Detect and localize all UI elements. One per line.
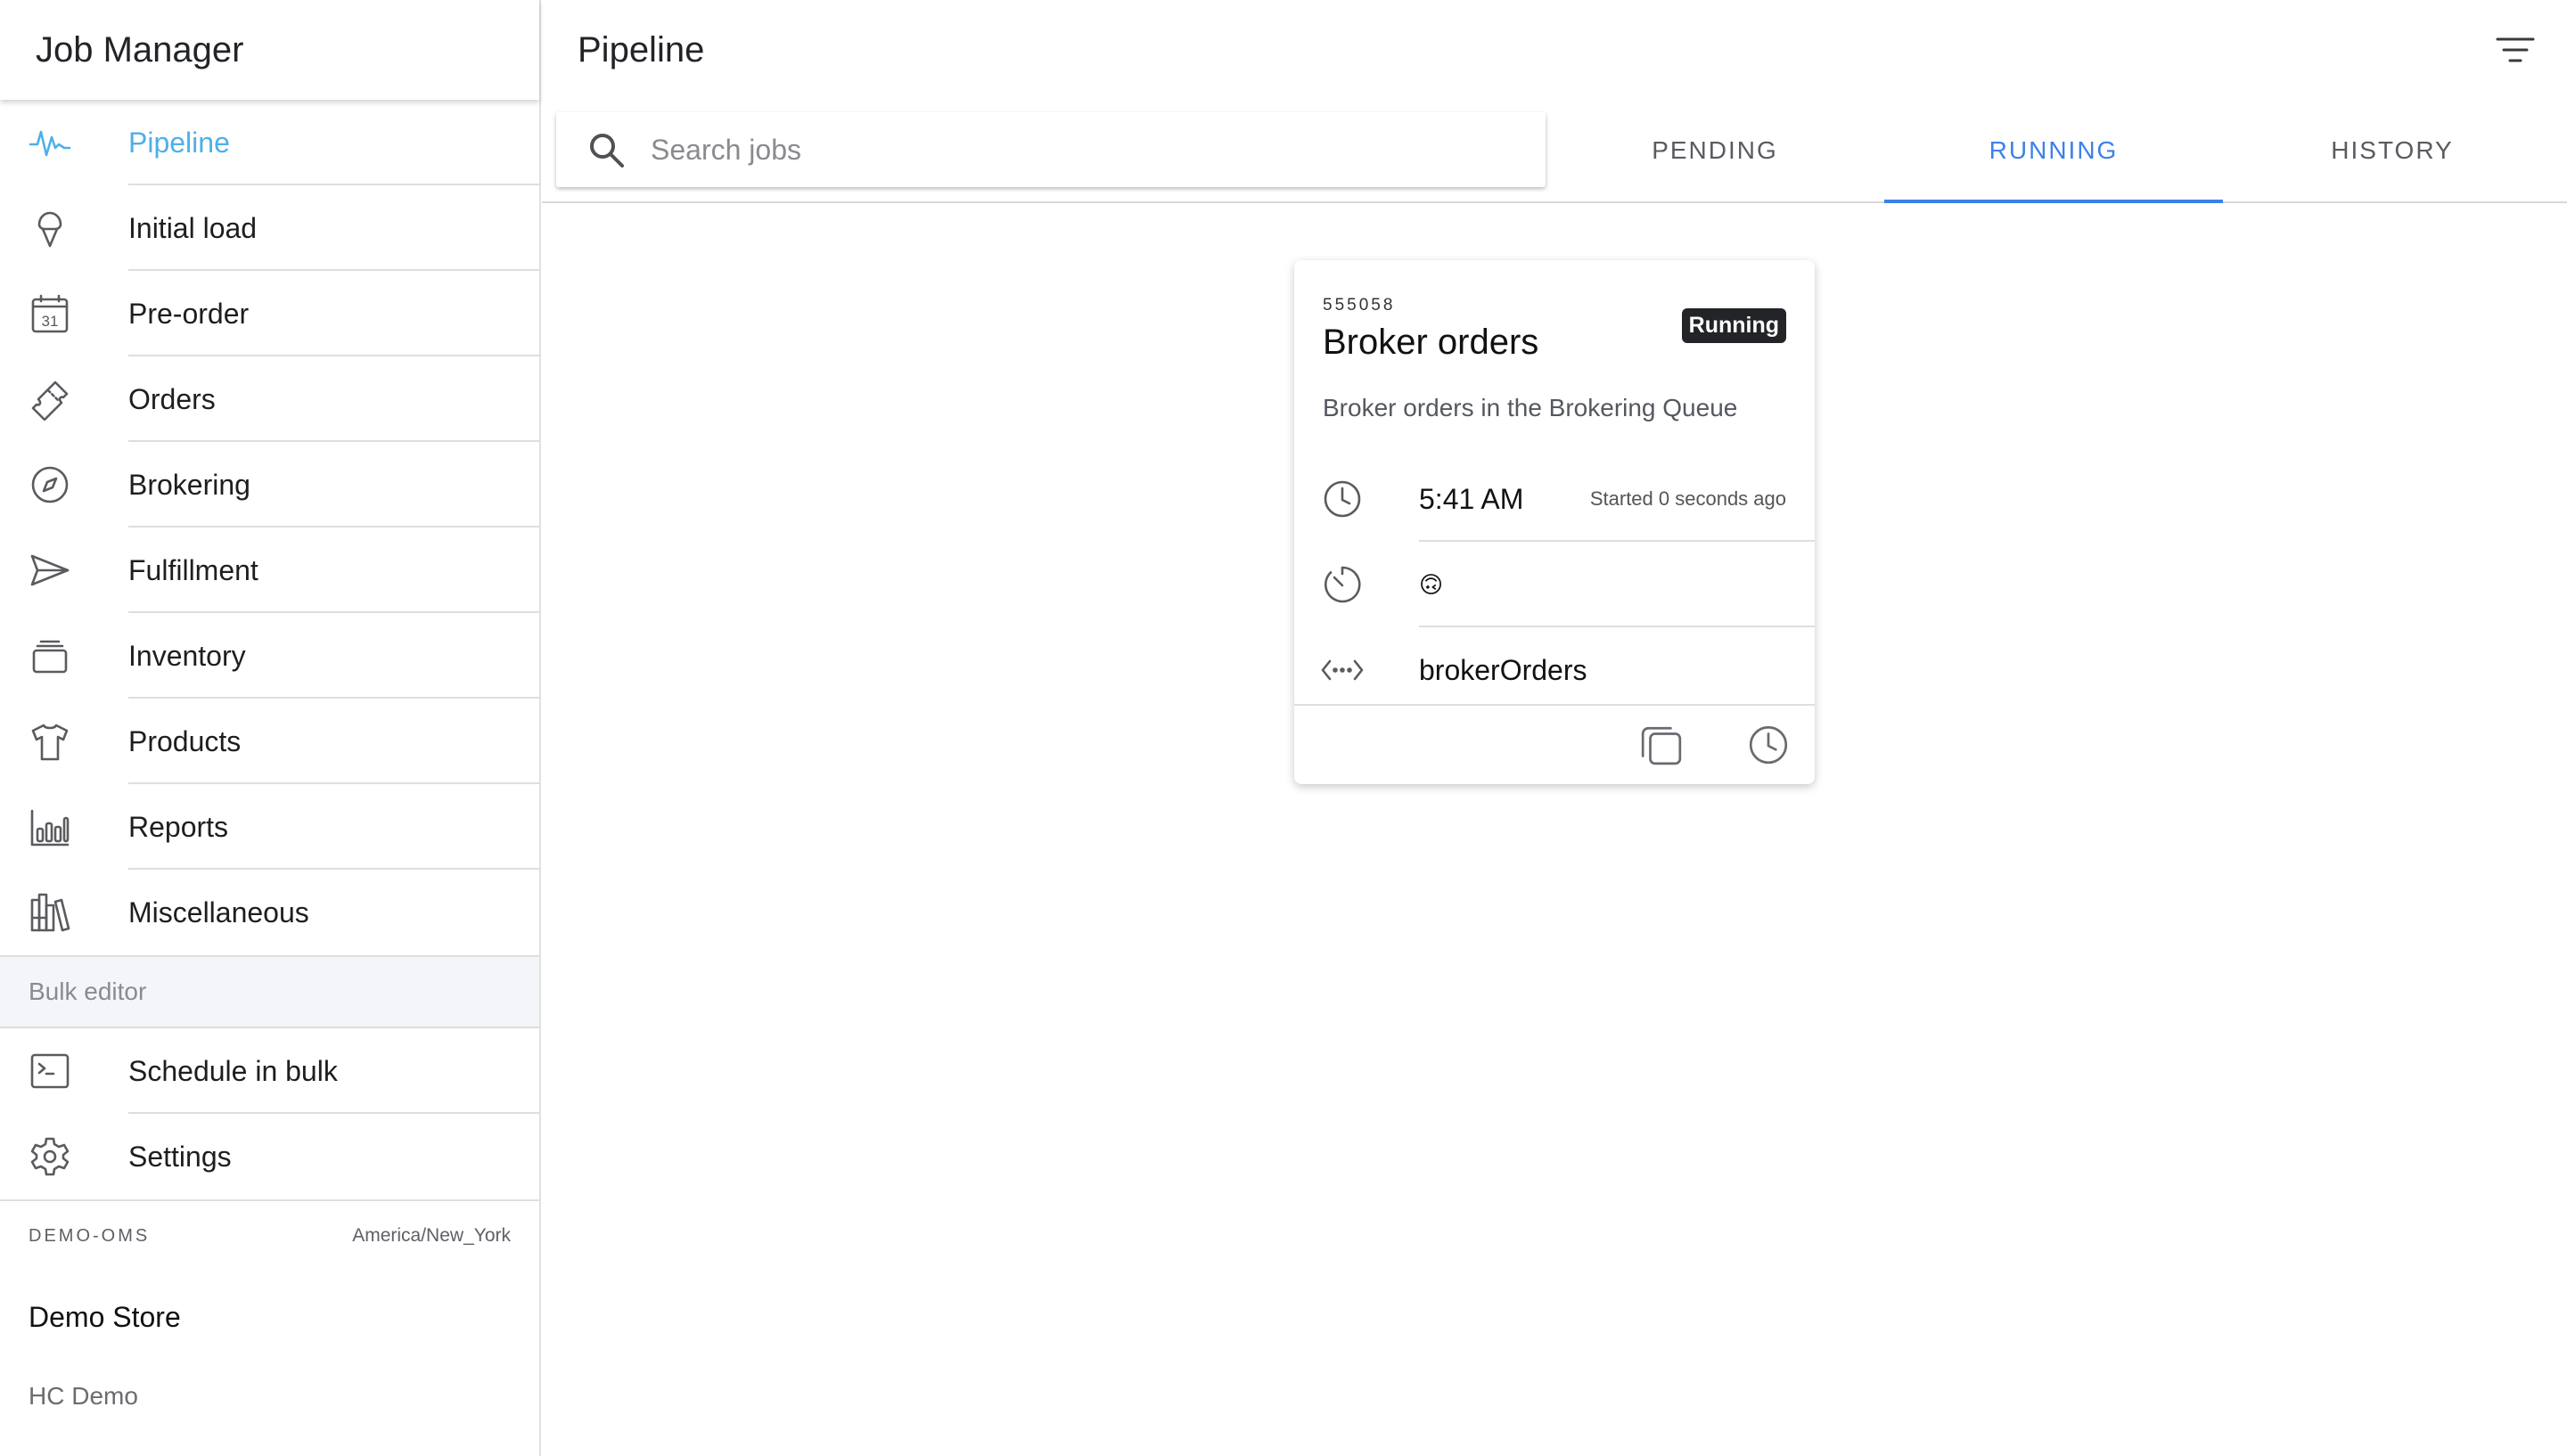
page-title: Pipeline: [578, 29, 705, 70]
bulk-menu: Schedule in bulk Settings: [0, 1028, 539, 1199]
sidebar-header: Job Manager: [0, 0, 539, 100]
sidebar-item-pipeline[interactable]: Pipeline: [0, 100, 539, 185]
sidebar-item-orders[interactable]: Orders: [0, 356, 539, 442]
filter-button[interactable]: [2489, 23, 2542, 77]
sidebar-footer: DEMO-OMS America/New_York Demo Store HC …: [0, 1199, 539, 1411]
sidebar-item-label: Brokering: [128, 468, 250, 501]
store-subtitle: HC Demo: [29, 1382, 138, 1410]
compass-icon: [25, 460, 75, 510]
terminal-icon: [25, 1046, 75, 1096]
timezone-label[interactable]: America/New_York: [352, 1225, 511, 1247]
instance-row: DEMO-OMS America/New_York: [0, 1210, 539, 1262]
store-name[interactable]: Demo Store: [0, 1301, 539, 1334]
job-time-row: 5:41 AM Started 0 seconds ago: [1294, 456, 1815, 542]
status-badge: Running: [1681, 308, 1786, 343]
ticket-icon: [25, 374, 75, 424]
sidebar: Job Manager Pipeline Initial load 31 Pre…: [0, 0, 541, 1456]
sidebar-item-label: Products: [128, 724, 242, 757]
settings-icon: [25, 1132, 75, 1182]
job-card-actions: [1294, 704, 1815, 784]
sidebar-item-reports[interactable]: Reports: [0, 784, 539, 870]
tab-running[interactable]: RUNNING: [1884, 100, 2223, 203]
app-title: Job Manager: [36, 29, 244, 70]
sidebar-item-label: Reports: [128, 810, 229, 843]
section-header-bulk-editor: Bulk editor: [0, 955, 539, 1028]
svg-text:31: 31: [42, 313, 59, 330]
job-started-note: Started 0 seconds ago: [1589, 487, 1786, 510]
sidebar-item-inventory[interactable]: Inventory: [0, 613, 539, 699]
job-description: Broker orders in the Brokering Queue: [1323, 394, 1738, 421]
sidebar-item-label: Pipeline: [128, 126, 230, 159]
bar-chart-icon: [25, 802, 75, 852]
clock-icon: [1321, 478, 1364, 520]
albums-icon: [25, 631, 75, 681]
library-icon: [25, 888, 75, 937]
code-working-icon: [1321, 649, 1364, 691]
sidebar-item-brokering[interactable]: Brokering: [0, 442, 539, 528]
segment-tabs: PENDING RUNNING HISTORY: [1546, 100, 2562, 203]
sidebar-item-label: Initial load: [128, 211, 258, 244]
sidebar-item-label: Miscellaneous: [128, 896, 309, 928]
sidebar-item-label: Pre-order: [128, 297, 250, 330]
filter-icon: [2496, 37, 2535, 62]
sidebar-item-label: Settings: [128, 1140, 232, 1173]
toolbar: PENDING RUNNING HISTORY: [542, 100, 2567, 203]
calendar-icon: 31: [25, 289, 75, 339]
shirt-icon: [25, 716, 75, 766]
send-icon: [25, 545, 75, 595]
sidebar-item-schedule-in-bulk[interactable]: Schedule in bulk: [0, 1028, 539, 1114]
sidebar-item-label: Inventory: [128, 639, 246, 672]
copy-icon: [1641, 726, 1682, 765]
search-icon: [586, 130, 626, 169]
sidebar-item-initial-load[interactable]: Initial load: [0, 185, 539, 271]
sidebar-item-miscellaneous[interactable]: Miscellaneous: [0, 870, 539, 955]
sidebar-menu: Pipeline Initial load 31 Pre-order Order…: [0, 100, 539, 955]
sidebar-item-pre-order[interactable]: 31 Pre-order: [0, 271, 539, 356]
job-card[interactable]: 555058 Broker orders Running Broker orde…: [1294, 260, 1815, 784]
tab-history[interactable]: HISTORY: [2223, 100, 2562, 201]
instance-name: DEMO-OMS: [29, 1225, 151, 1246]
copy-button[interactable]: [1635, 718, 1688, 772]
topbar: Pipeline: [542, 0, 2567, 100]
app-root: Job Manager Pipeline Initial load 31 Pre…: [0, 0, 2567, 1456]
ice-cream-icon: [25, 203, 75, 253]
sidebar-item-label: Orders: [128, 382, 216, 415]
main-content: Pipeline PENDING RUNNING HISTORY 555058 …: [542, 0, 2567, 1456]
sidebar-item-label: Fulfillment: [128, 553, 258, 586]
search-input[interactable]: [651, 133, 1453, 167]
sidebar-item-settings[interactable]: Settings: [0, 1114, 539, 1199]
timer-icon: [1321, 563, 1364, 606]
job-frequency-row: 🙃: [1294, 542, 1815, 627]
sidebar-item-products[interactable]: Products: [0, 699, 539, 784]
job-time: 5:41 AM: [1419, 482, 1524, 515]
job-frequency-emoji: 🙃: [1419, 570, 1444, 598]
sidebar-item-fulfillment[interactable]: Fulfillment: [0, 528, 539, 613]
job-service-name: brokerOrders: [1419, 653, 1587, 686]
sidebar-item-label: Schedule in bulk: [128, 1054, 338, 1087]
tab-pending[interactable]: PENDING: [1546, 100, 1884, 201]
search-bar: [556, 112, 1546, 187]
job-service-row: brokerOrders: [1294, 627, 1815, 713]
job-card-header: 555058 Broker orders Running: [1294, 260, 1815, 374]
pulse-icon: [25, 118, 75, 168]
history-button[interactable]: [1742, 718, 1795, 772]
time-icon: [1749, 725, 1788, 765]
